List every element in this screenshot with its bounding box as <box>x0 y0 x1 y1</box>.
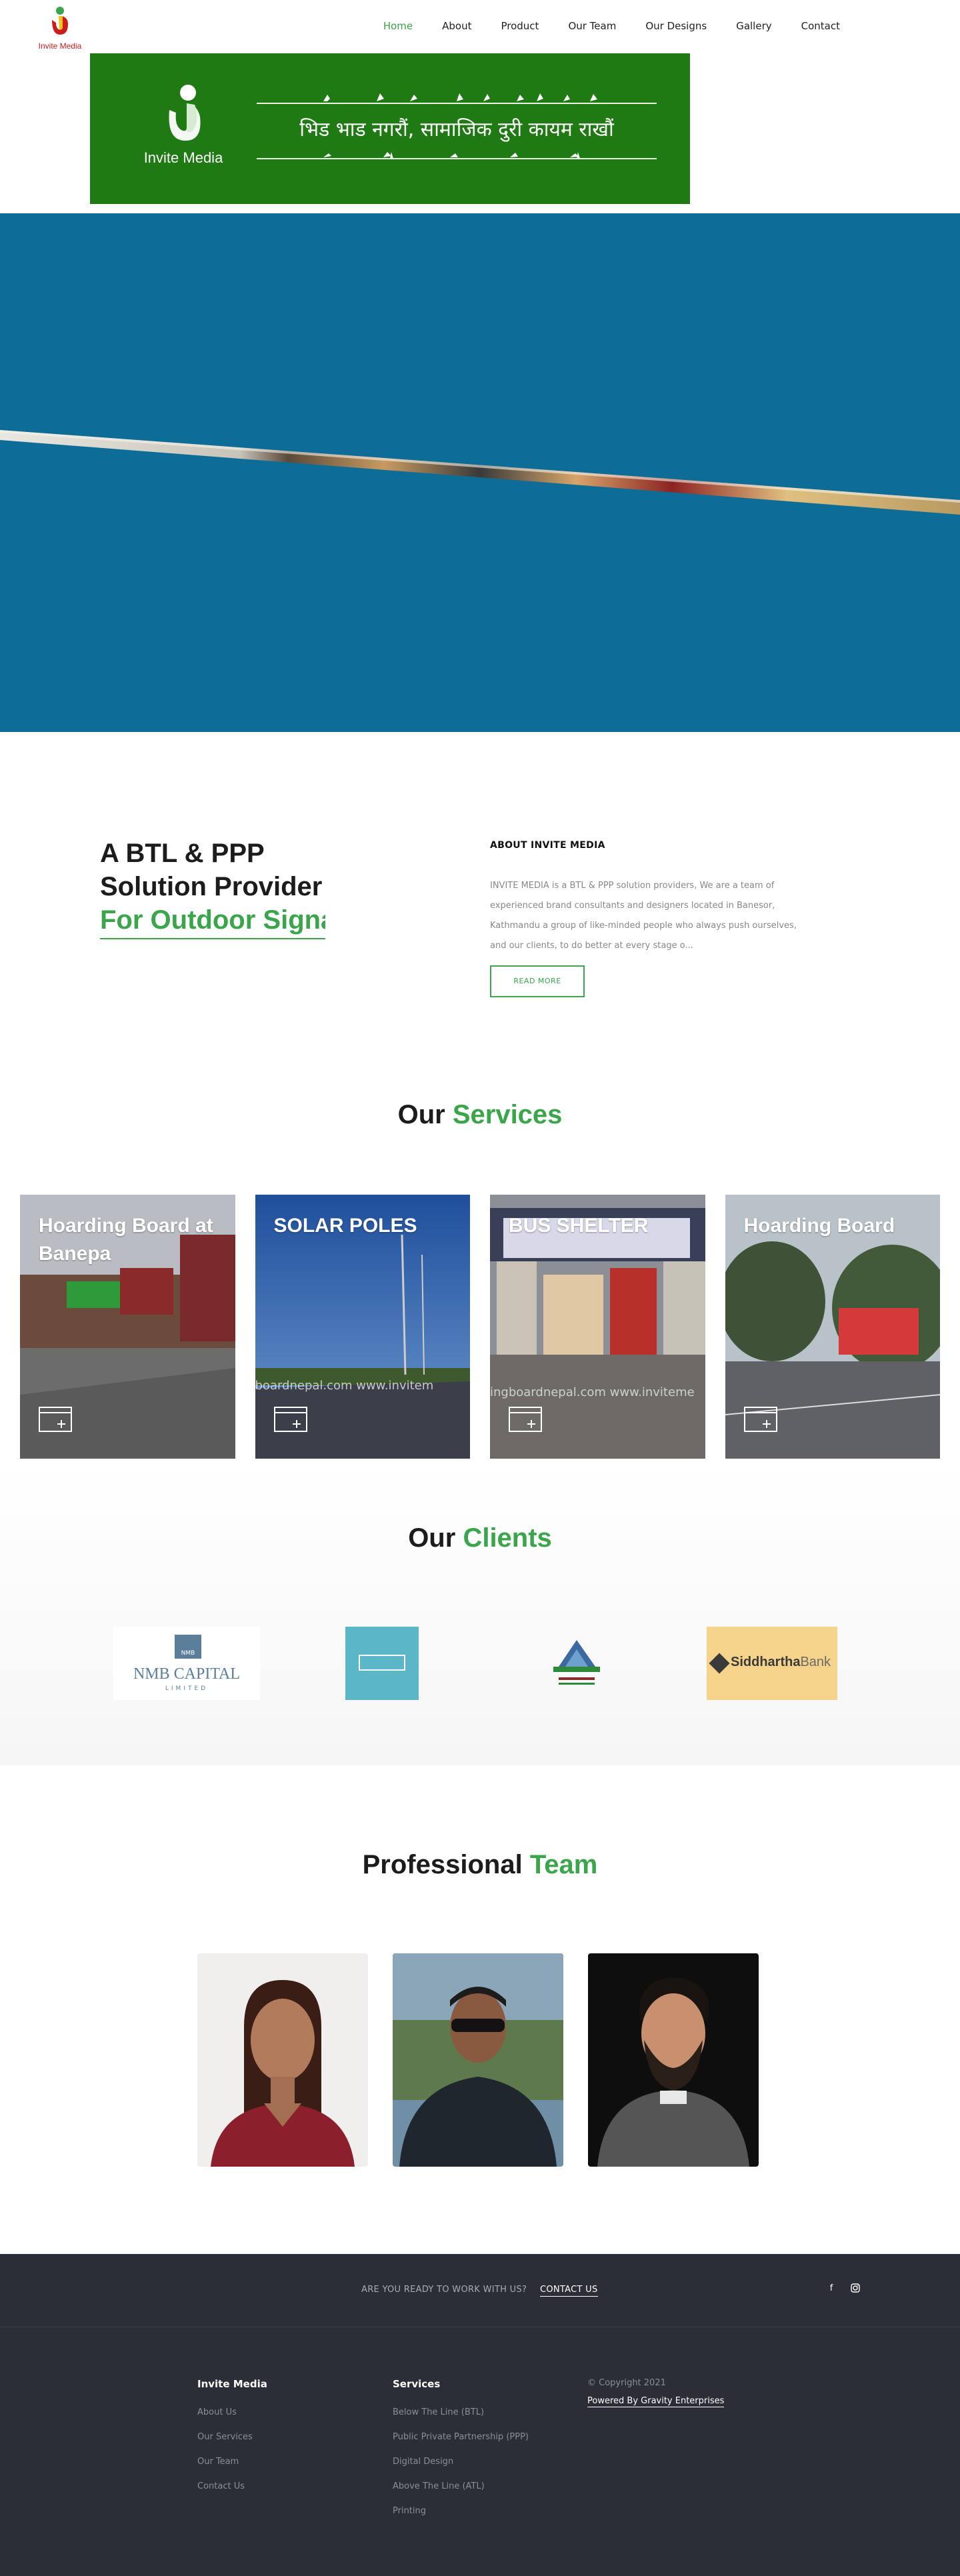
site-footer: ARE YOU READY TO WORK WITH US? CONTACT U… <box>0 2254 960 2576</box>
client-logo-siddhartha[interactable]: SiddharthaBank <box>707 1627 837 1700</box>
image-plus-icon[interactable] <box>39 1407 72 1432</box>
client-logo-development-bank[interactable] <box>539 1627 615 1700</box>
nav-product[interactable]: Product <box>501 20 539 32</box>
team-member-photo[interactable] <box>588 1953 759 2167</box>
copyright-text: © Copyright 2021 <box>587 2378 666 2388</box>
team-title-part2: Team <box>529 1850 598 1879</box>
site-header: Invite Media Home About Product Our Team… <box>0 0 960 53</box>
services-title: Our Services <box>0 1100 960 1130</box>
about-section: ABOUT INVITE MEDIA INVITE MEDIA is a BTL… <box>490 840 803 997</box>
footer-link-btl[interactable]: Below The Line (BTL) <box>393 2407 484 2417</box>
team-member-photo[interactable] <box>393 1953 563 2167</box>
team-title: Professional Team <box>0 1850 960 1880</box>
siddhartha-suffix: Bank <box>800 1655 831 1669</box>
site-logo[interactable]: Invite Media <box>33 4 87 51</box>
client-name-nmb: NMB CAPITAL <box>133 1665 241 1683</box>
siddhartha-mark-icon <box>709 1653 730 1674</box>
nmb-badge: NMB <box>175 1635 201 1659</box>
client-logo-nmb[interactable]: NMB NMB CAPITAL LIMITED <box>113 1627 260 1700</box>
service-card[interactable]: BUS SHELTER ingboardnepal.com www.invite… <box>490 1195 705 1459</box>
facebook-icon[interactable]: f <box>825 2283 837 2295</box>
client-mark-icon <box>359 1655 405 1671</box>
image-plus-icon[interactable] <box>273 1407 307 1432</box>
client-sub-nmb: LIMITED <box>165 1685 209 1692</box>
client-logo-nepal-bank[interactable] <box>345 1627 419 1700</box>
photo-watermark: ingboardnepal.com www.inviteme <box>490 1385 695 1399</box>
hero-slider[interactable] <box>0 213 960 732</box>
banner-wire-top <box>257 103 657 104</box>
about-label: ABOUT INVITE MEDIA <box>490 840 605 851</box>
service-card[interactable]: Hoarding Board at Banepa <box>20 1195 235 1459</box>
image-plus-icon[interactable] <box>743 1407 777 1432</box>
nav-home[interactable]: Home <box>383 20 413 32</box>
clients-title-part1: Our <box>408 1523 456 1553</box>
services-title-part1: Our <box>397 1100 445 1129</box>
hero-strip-image <box>0 430 960 515</box>
about-paragraph: INVITE MEDIA is a BTL & PPP solution pro… <box>490 881 797 951</box>
service-card[interactable]: Hoarding Board <box>725 1195 940 1459</box>
footer-link-about[interactable]: About Us <box>197 2407 237 2417</box>
clients-logos: NMB NMB CAPITAL LIMITED SiddharthaBank <box>0 1627 960 1700</box>
footer-col-services: Services Below The Line (BTL) Public Pri… <box>393 2378 529 2531</box>
nav-our-team[interactable]: Our Team <box>568 20 616 32</box>
social-distancing-banner: Invite Media भिड भाड नगरौं, सामाजिक दुरी… <box>90 53 690 204</box>
cta-bar: ARE YOU READY TO WORK WITH US? CONTACT U… <box>0 2254 960 2327</box>
clients-title: Our Clients <box>0 1523 960 1553</box>
footer-col-copyright: © Copyright 2021 Powered By Gravity Ente… <box>587 2378 725 2407</box>
footer-col-brand-heading: Invite Media <box>197 2378 267 2390</box>
clients-section <box>0 1459 960 1765</box>
footer-link-contact[interactable]: Contact Us <box>197 2481 245 2491</box>
about-heading-line3: For Outdoor Signage <box>100 903 325 939</box>
about-heading-line2: Solution Provider <box>100 872 323 901</box>
contact-us-link[interactable]: CONTACT US <box>540 2285 598 2297</box>
main-nav: Home About Product Our Team Our Designs … <box>383 20 840 32</box>
footer-link-atl[interactable]: Above The Line (ATL) <box>393 2481 485 2491</box>
service-card-title: Hoarding Board <box>743 1215 895 1237</box>
cta-question: ARE YOU READY TO WORK WITH US? <box>361 2285 527 2295</box>
mountain-logo-icon <box>553 1640 600 1685</box>
service-card[interactable]: SOLAR POLES boardnepal.com www.invitem <box>255 1195 470 1459</box>
logo-mark-icon <box>52 7 68 35</box>
member-portrait-1 <box>211 1980 355 2167</box>
member-portrait-2 <box>393 1953 563 2167</box>
birds-bottom-icon <box>323 152 580 159</box>
footer-link-ppp[interactable]: Public Private Partnership (PPP) <box>393 2432 529 2442</box>
banner-slogan: भिड भाड नगरौं, सामाजिक दुरी कायम राखौं <box>299 118 614 141</box>
services-grid: Hoarding Board at Banepa SOLAR POLES boa… <box>20 1195 940 1459</box>
footer-col-brand: Invite Media About Us Our Services Our T… <box>197 2378 267 2506</box>
siddhartha-prefix: Siddhartha <box>731 1655 801 1669</box>
footer-link-printing[interactable]: Printing <box>393 2506 426 2516</box>
footer-link-digital-design[interactable]: Digital Design <box>393 2457 453 2467</box>
footer-link-services[interactable]: Our Services <box>197 2432 253 2442</box>
footer-link-team[interactable]: Our Team <box>197 2457 239 2467</box>
services-title-part2: Services <box>452 1100 563 1129</box>
service-card-title: SOLAR POLES <box>273 1215 417 1237</box>
service-card-title: Hoarding Board at Banepa <box>39 1215 213 1265</box>
powered-by-link[interactable]: Powered By Gravity Enterprises <box>587 2396 725 2407</box>
team-grid <box>197 1953 759 2167</box>
instagram-icon[interactable] <box>849 2283 861 2295</box>
banner-brand-name: Invite Media <box>143 149 223 166</box>
about-heading-line1: A BTL & PPP <box>100 839 265 868</box>
nav-about[interactable]: About <box>442 20 471 32</box>
photo-watermark: boardnepal.com www.invitem <box>255 1379 434 1393</box>
team-title-part1: Professional <box>362 1850 523 1879</box>
team-member-photo[interactable] <box>197 1953 368 2167</box>
about-heading: A BTL & PPP Solution Provider For Outdoo… <box>100 837 380 939</box>
nav-gallery[interactable]: Gallery <box>736 20 771 32</box>
service-card-title: BUS SHELTER <box>509 1215 649 1237</box>
nav-contact[interactable]: Contact <box>801 20 840 32</box>
nav-our-designs[interactable]: Our Designs <box>645 20 707 32</box>
logo-text: Invite Media <box>38 41 82 51</box>
read-more-button[interactable]: READ MORE <box>490 965 585 997</box>
footer-col-services-heading: Services <box>393 2378 441 2390</box>
client-name-siddhartha: SiddharthaBank <box>731 1655 831 1670</box>
clients-title-part2: Clients <box>463 1523 552 1553</box>
image-plus-icon[interactable] <box>509 1407 542 1432</box>
member-portrait-3 <box>597 1977 749 2167</box>
banner-logo-icon <box>169 85 201 141</box>
